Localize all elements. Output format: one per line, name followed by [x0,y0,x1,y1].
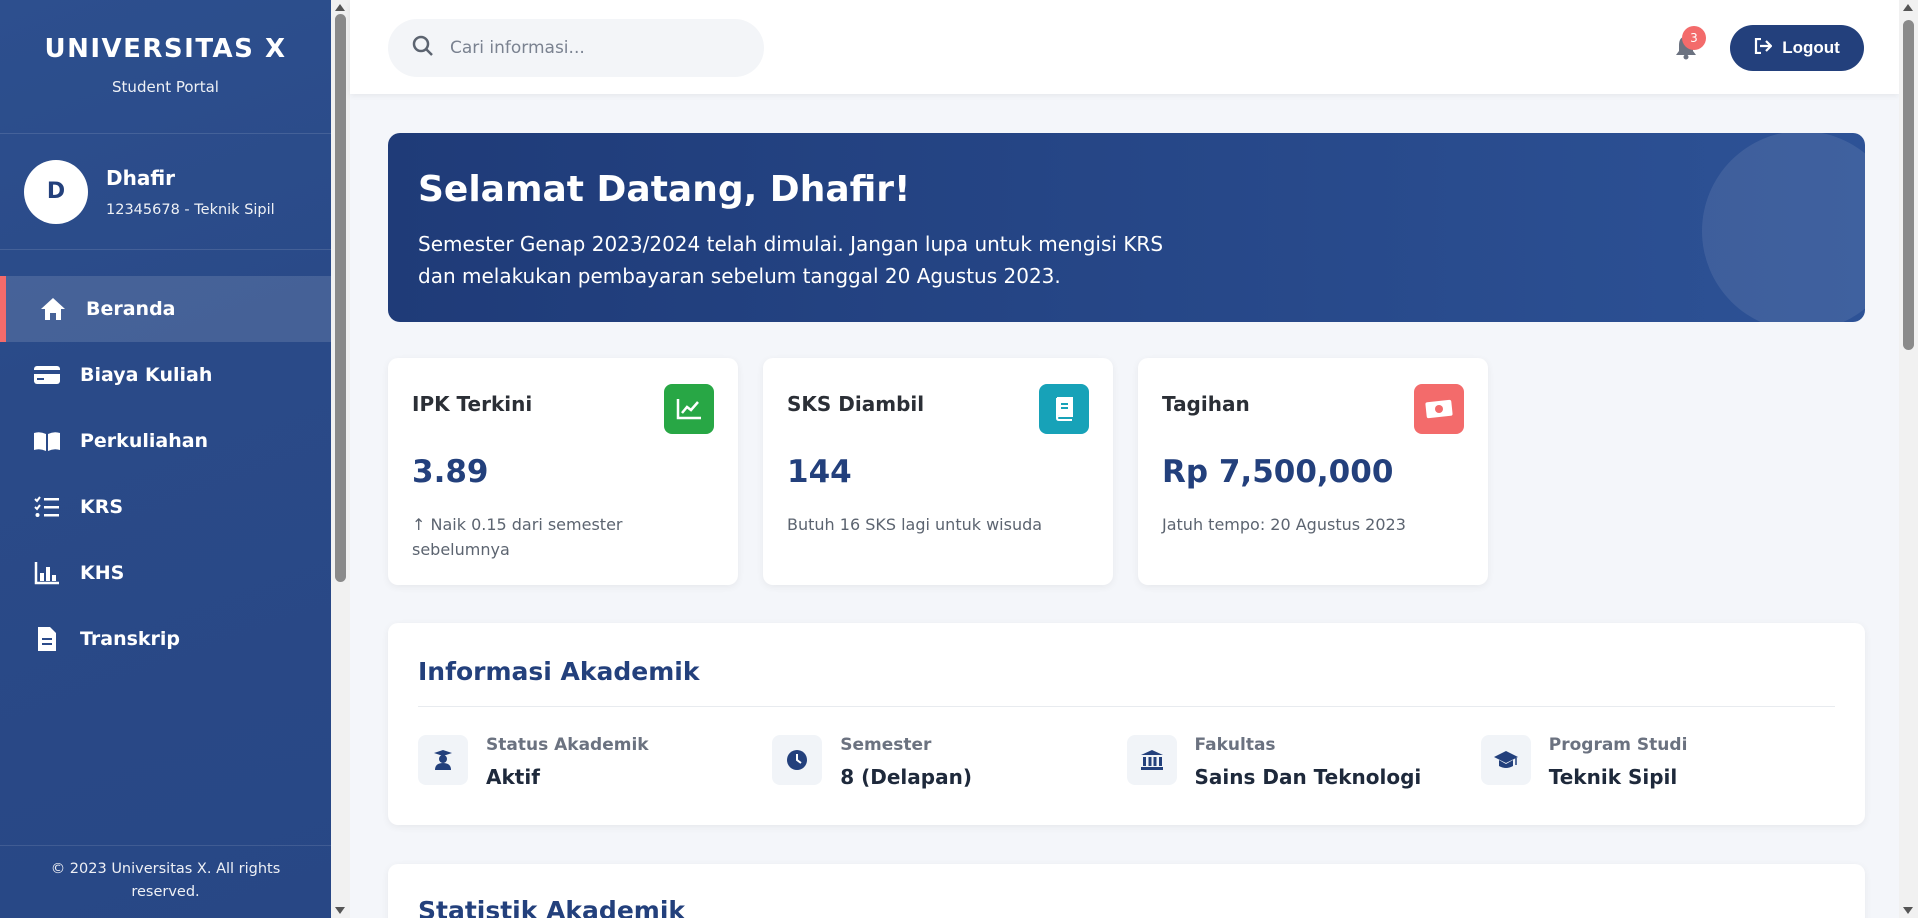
card-tagihan: Tagihan Rp 7,500,000 Jatuh tempo: 20 Agu… [1138,358,1488,585]
sign-out-icon [1754,37,1773,59]
sidebar-scrollbar-thumb[interactable] [335,14,346,582]
card-note: Jatuh tempo: 20 Agustus 2023 [1162,515,1406,534]
sidebar-item-label: KHS [80,562,125,584]
clock-icon [772,735,823,785]
welcome-title: Selamat Datang, Dhafir! [418,169,911,210]
profile: D Dhafir 12345678 - Teknik Sipil [0,134,331,250]
sidebar-item-transkrip[interactable]: Transkrip [0,606,331,672]
scroll-up-arrow-icon[interactable] [1903,4,1913,11]
divider [418,706,1835,707]
sidebar-item-biaya-kuliah[interactable]: Biaya Kuliah [0,342,331,408]
credit-card-icon [32,360,62,390]
welcome-message: Semester Genap 2023/2024 telah dimulai. … [418,232,1164,288]
info-label: Semester [840,735,932,755]
sidebar: UNIVERSITAS X Student Portal D Dhafir 12… [0,0,331,918]
sidebar-item-label: Transkrip [80,628,181,650]
home-icon [38,294,68,324]
money-bill-icon [1414,384,1464,434]
search-box[interactable] [388,19,764,77]
info-value: 8 (Delapan) [840,765,972,789]
info-label: Fakultas [1194,735,1276,755]
topbar: 3 Logout [350,0,1899,94]
scroll-down-arrow-icon[interactable] [1903,907,1913,914]
logout-label: Logout [1782,38,1840,57]
info-label: Program Studi [1548,735,1688,755]
sidebar-footer: © 2023 Universitas X. All rights reserve… [0,845,331,904]
card-note: ↑ Naik 0.15 dari semester sebelumnya [412,515,623,559]
university-icon [1126,735,1177,785]
sidebar-item-krs[interactable]: KRS [0,474,331,540]
card-value: 3.89 [412,454,489,490]
book-icon [1039,384,1089,434]
welcome-banner: Selamat Datang, Dhafir! Semester Genap 2… [388,133,1865,322]
card-note: Butuh 16 SKS lagi untuk wisuda [787,515,1043,534]
profile-meta: 12345678 - Teknik Sipil [106,201,275,218]
user-graduate-icon [418,735,468,785]
info-value: Aktif [486,765,540,789]
sidebar-item-label: Perkuliahan [80,430,209,452]
sidebar-item-beranda[interactable]: Beranda [0,276,331,342]
profile-name: Dhafir [106,165,176,190]
card-sks: SKS Diambil 144 Butuh 16 SKS lagi untuk … [763,358,1113,585]
search-icon [412,35,434,61]
info-fakultas: Fakultas Sains Dan Teknologi [1126,735,1481,789]
card-value: 144 [787,454,852,490]
search-input[interactable] [450,38,730,58]
brand-subtitle: Student Portal [112,78,219,96]
info-value: Sains Dan Teknologi [1194,765,1422,789]
chart-line-icon [664,384,714,434]
notification-badge: 3 [1682,26,1706,50]
bar-chart-icon [32,558,62,588]
book-open-icon [32,426,62,456]
info-program-studi: Program Studi Teknik Sipil [1480,735,1835,789]
decorative-circle [1702,133,1865,322]
statistics-title: Statistik Akademik [418,896,686,918]
avatar: D [24,159,88,224]
sidebar-item-label: KRS [80,496,124,518]
info-status: Status Akademik Aktif [418,735,772,789]
document-icon [32,624,62,654]
academic-info-title: Informasi Akademik [418,657,700,686]
card-ipk: IPK Terkini 3.89 ↑ Naik 0.15 dari semest… [388,358,738,585]
info-semester: Semester 8 (Delapan) [772,735,1126,789]
sidebar-item-label: Beranda [86,298,176,320]
main-scrollbar-thumb[interactable] [1903,20,1914,350]
scroll-up-arrow-icon[interactable] [335,4,345,11]
card-value: Rp 7,500,000 [1162,454,1394,490]
scroll-down-arrow-icon[interactable] [335,907,345,914]
sidebar-item-khs[interactable]: KHS [0,540,331,606]
info-label: Status Akademik [486,735,649,755]
info-value: Teknik Sipil [1548,765,1678,789]
brand-title: UNIVERSITAS X [44,34,287,64]
sidebar-item-label: Biaya Kuliah [80,364,213,386]
statistics-panel: Statistik Akademik [388,864,1865,918]
graduation-cap-icon [1480,735,1531,785]
main-scrollbar[interactable] [1899,0,1918,918]
sidebar-scrollbar[interactable] [331,0,350,918]
sidebar-nav: Beranda Biaya Kuliah Perkuliahan KRS KHS [0,276,331,672]
brand: UNIVERSITAS X Student Portal [0,0,331,134]
academic-info-panel: Informasi Akademik Status Akademik Aktif… [388,623,1865,825]
sidebar-item-perkuliahan[interactable]: Perkuliahan [0,408,331,474]
logout-button[interactable]: Logout [1730,25,1864,71]
checklist-icon [32,492,62,522]
